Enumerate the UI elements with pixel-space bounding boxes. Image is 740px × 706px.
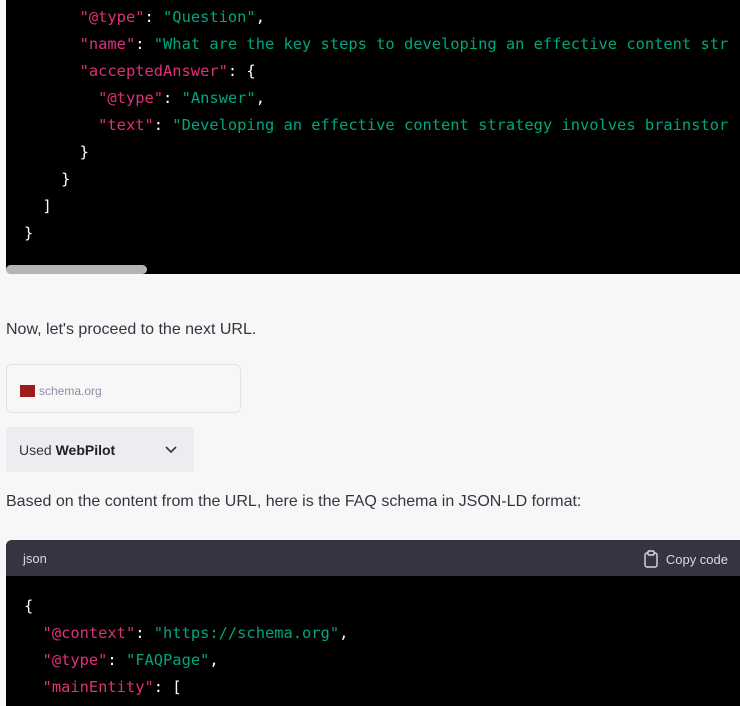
code-line: "@context": "https://schema.org",	[24, 620, 349, 647]
code-token-indent	[24, 651, 43, 669]
message-text: Now, let's proceed to the next URL.	[6, 321, 257, 338]
code-token-key: "@type"	[42, 651, 108, 669]
code-token-sep: :	[153, 116, 173, 134]
code-token-end: ,	[255, 8, 265, 26]
code-token-indent	[24, 89, 98, 107]
code-block-json: json Copy code { "@context": "https://sc…	[6, 540, 740, 706]
code-token-key: "text"	[98, 116, 154, 134]
plugin-used-toggle[interactable]: Used WebPilot	[6, 427, 194, 472]
code-line: "@type": "FAQPage",	[24, 647, 219, 674]
code-token-key: "@type"	[79, 8, 145, 26]
code-line: }	[24, 139, 89, 166]
code-token-sep: : [	[153, 678, 182, 696]
code-token-sep: }	[24, 224, 34, 242]
code-line: "acceptedAnswer": {	[24, 58, 256, 85]
code-token-sep: }	[79, 143, 89, 161]
code-token-val: "Developing an effective content strateg…	[172, 116, 729, 134]
code-token-val: "Answer"	[181, 89, 256, 107]
code-token-val: "Question"	[163, 8, 256, 26]
code-line: }	[24, 166, 70, 193]
copy-code-label: Copy code	[665, 551, 728, 567]
code-line: "name": "What are the key steps to devel…	[24, 31, 729, 58]
code-token-sep: ]	[42, 197, 52, 215]
clipboard-icon	[644, 550, 658, 568]
code-token-sep: {	[24, 597, 34, 615]
code-line: {	[24, 593, 33, 620]
code-token-indent	[24, 624, 43, 642]
code-token-sep: :	[144, 8, 164, 26]
code-line: "mainEntity": [	[24, 674, 182, 701]
code-token-key: "@context"	[42, 624, 136, 642]
code-token-key: "acceptedAnswer"	[79, 62, 228, 80]
code-language-label: json	[23, 551, 47, 566]
code-token-key: "mainEntity"	[42, 678, 154, 696]
schema-org-favicon-icon	[20, 385, 35, 397]
plugin-used-label: Used WebPilot	[19, 442, 116, 458]
chevron-down-icon	[165, 446, 177, 454]
source-link-card[interactable]: schema.org	[6, 364, 241, 413]
code-line: ]	[24, 193, 52, 220]
code-token-end: ,	[339, 624, 349, 642]
code-line: "@type": "Answer",	[24, 85, 265, 112]
code-token-indent	[24, 8, 80, 26]
code-token-end: ,	[209, 651, 219, 669]
code-token-sep: :	[135, 35, 154, 53]
code-token-sep: :	[135, 624, 154, 642]
code-token-indent	[24, 116, 98, 134]
code-line: }	[24, 220, 33, 247]
horizontal-scrollbar[interactable]	[6, 265, 147, 274]
code-token-key: "@type"	[98, 89, 164, 107]
code-token-indent	[24, 62, 80, 80]
source-link-label: schema.org	[39, 384, 102, 398]
code-token-sep: : {	[227, 62, 256, 80]
copy-code-button[interactable]: Copy code	[644, 550, 728, 568]
message-text: Based on the content from the URL, here …	[6, 493, 582, 510]
code-token-indent	[24, 35, 80, 53]
code-token-indent	[24, 143, 80, 161]
code-token-val: "What are the key steps to developing an…	[153, 35, 729, 53]
code-token-val: "FAQPage"	[125, 651, 210, 669]
code-block-header: json Copy code	[6, 540, 740, 576]
code-token-indent	[24, 678, 43, 696]
code-token-val: "https://schema.org"	[153, 624, 340, 642]
code-token-indent	[24, 170, 61, 188]
code-block-previous: "@type": "Question", "name": "What are t…	[6, 0, 740, 274]
code-token-end: ,	[255, 89, 265, 107]
code-token-key: "name"	[79, 35, 136, 53]
code-token-sep: :	[107, 651, 126, 669]
code-token-sep: }	[61, 170, 71, 188]
code-token-indent	[24, 197, 43, 215]
code-line: "@type": "Question",	[24, 4, 265, 31]
code-token-sep: :	[163, 89, 182, 107]
code-line: "text": "Developing an effective content…	[24, 112, 728, 139]
